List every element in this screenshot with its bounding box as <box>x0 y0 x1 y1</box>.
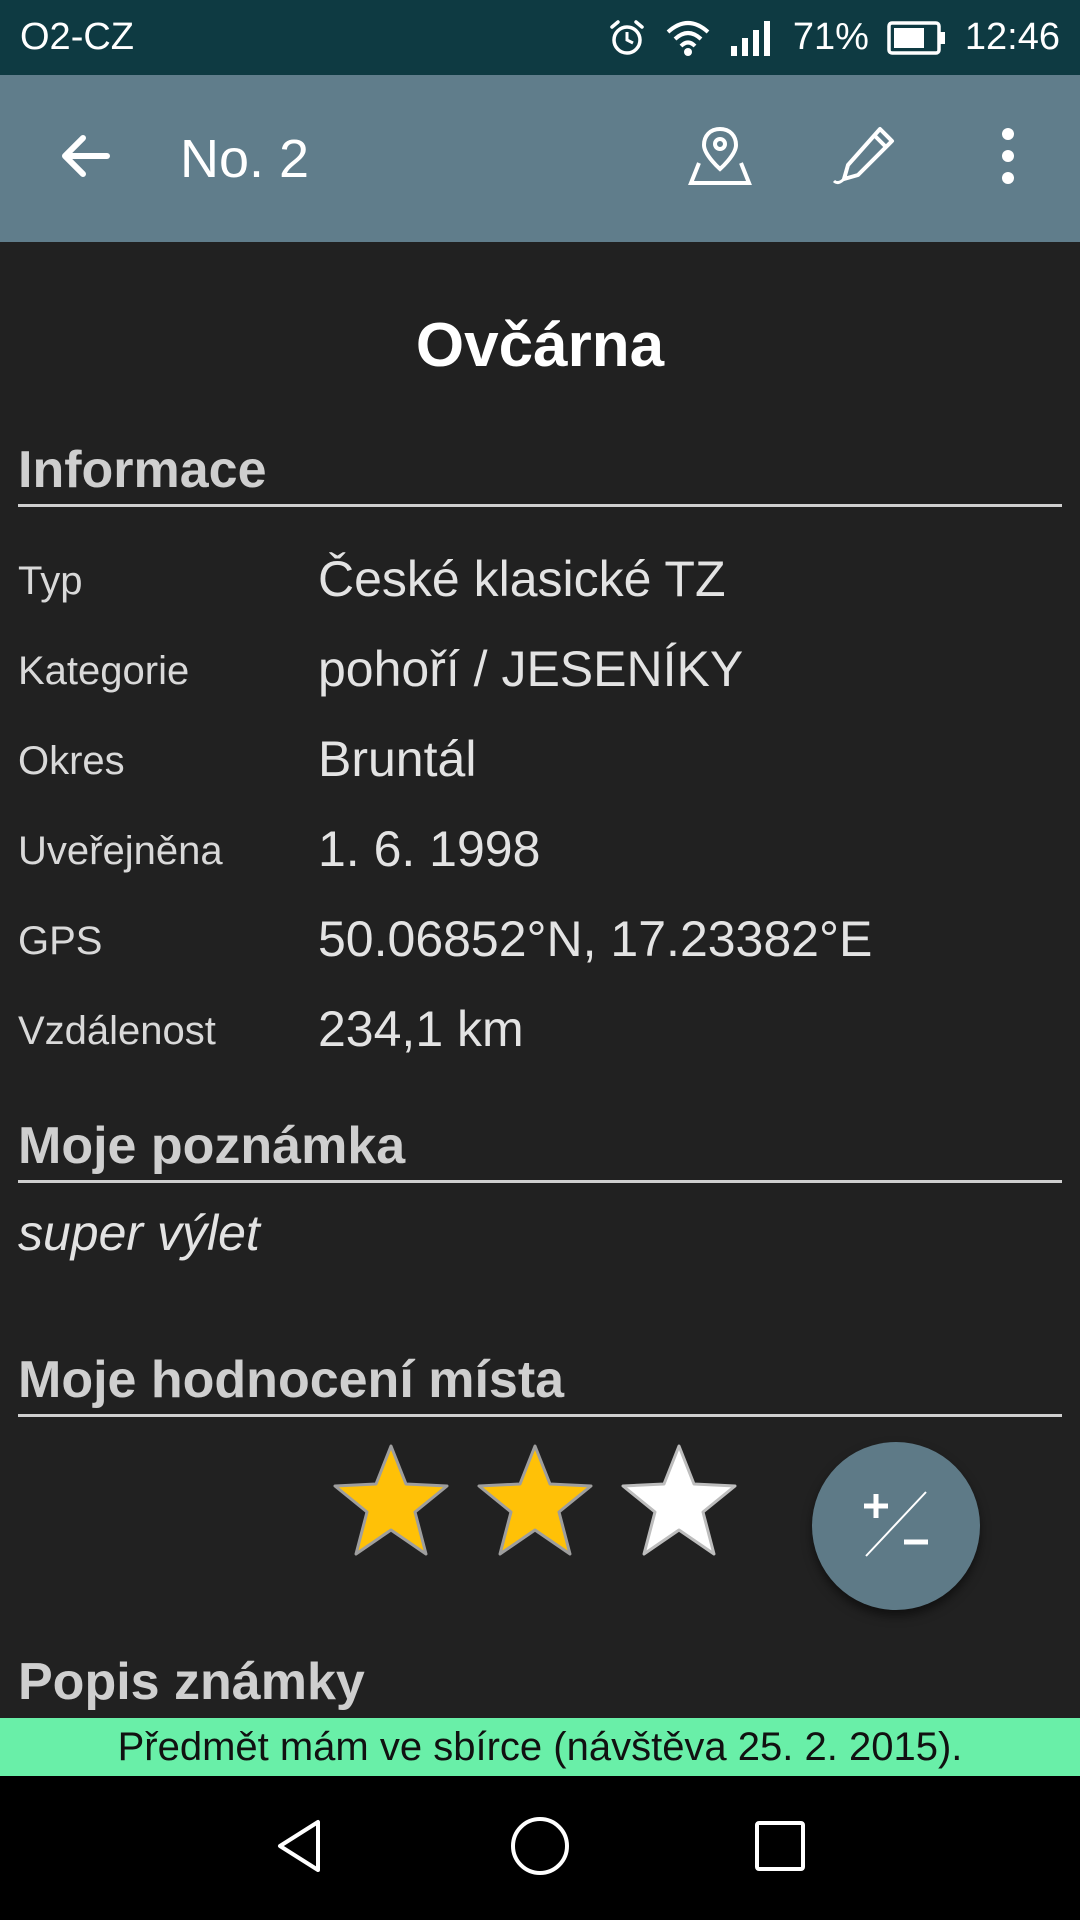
info-label: Typ <box>18 559 83 603</box>
info-label: Kategorie <box>18 649 190 693</box>
info-row-gps: GPS 50.06852°N, 17.23382°E <box>18 888 1062 968</box>
carrier-label: O2-CZ <box>20 16 134 58</box>
battery-percent: 71% <box>792 16 869 58</box>
star-icon-empty[interactable] <box>618 1442 740 1560</box>
app-title: No. 2 <box>180 128 310 189</box>
place-title: Ovčárna <box>415 311 665 380</box>
info-value: Bruntál <box>318 731 477 787</box>
system-nav-bar <box>0 1776 1080 1920</box>
back-button[interactable] <box>50 124 120 194</box>
star-icon-filled[interactable] <box>330 1442 452 1560</box>
map-location-button[interactable] <box>680 119 760 199</box>
info-label: Vzdálenost <box>18 1009 216 1053</box>
signal-icon <box>729 18 775 58</box>
info-row-category: Kategorie pohoří / JESENÍKY <box>18 618 1062 698</box>
nav-recents-icon <box>752 1818 808 1879</box>
nav-back-button[interactable] <box>255 1803 345 1893</box>
nav-recents-button[interactable] <box>735 1803 825 1893</box>
section-heading-rating: Moje hodnocení místa <box>18 1350 1062 1417</box>
section-heading-description: Popis známky <box>18 1653 365 1711</box>
wifi-icon <box>665 18 711 58</box>
info-row-type: Typ České klasické TZ <box>18 528 1062 608</box>
note-text: super výlet <box>18 1205 260 1261</box>
nav-home-button[interactable] <box>495 1803 585 1893</box>
clock: 12:46 <box>964 16 1060 58</box>
info-value: 234,1 km <box>318 1001 524 1057</box>
info-label: Uveřejněna <box>18 829 223 873</box>
alarm-icon <box>607 18 647 58</box>
edit-button[interactable] <box>825 119 905 199</box>
info-value: 50.06852°N, 17.23382°E <box>318 911 873 967</box>
info-value: 1. 6. 1998 <box>318 821 541 877</box>
info-value: České klasické TZ <box>318 551 726 607</box>
section-heading-info: Informace <box>18 440 1062 507</box>
overflow-menu-button[interactable] <box>968 119 1048 199</box>
adjust-rating-button[interactable] <box>812 1442 980 1610</box>
section-heading-note: Moje poznámka <box>18 1116 1062 1183</box>
nav-home-icon <box>508 1814 572 1883</box>
app-bar: No. 2 <box>0 75 1080 242</box>
collection-status-banner: Předmět mám ve sbírce (návštěva 25. 2. 2… <box>0 1718 1080 1776</box>
detail-content[interactable]: Ovčárna Informace Typ České klasické TZ … <box>0 242 1080 1718</box>
info-label: GPS <box>18 919 103 963</box>
star-icon-filled[interactable] <box>474 1442 596 1560</box>
info-row-distance: Vzdálenost 234,1 km <box>18 978 1062 1058</box>
info-label: Okres <box>18 739 125 783</box>
info-row-published: Uveřejněna 1. 6. 1998 <box>18 798 1062 878</box>
more-vert-icon <box>998 126 1018 191</box>
battery-icon <box>887 20 947 56</box>
nav-back-icon <box>270 1816 330 1881</box>
map-pin-icon <box>687 123 753 194</box>
plus-minus-icon <box>858 1486 934 1567</box>
rating-stars[interactable] <box>330 1442 740 1560</box>
info-value: pohoří / JESENÍKY <box>318 641 744 697</box>
pencil-icon <box>832 123 898 194</box>
status-icons: 71% 12:46 <box>607 16 1060 59</box>
info-row-district: Okres Bruntál <box>18 708 1062 788</box>
back-arrow-icon <box>57 128 113 189</box>
status-bar: O2-CZ 71% 12:46 <box>0 0 1080 75</box>
